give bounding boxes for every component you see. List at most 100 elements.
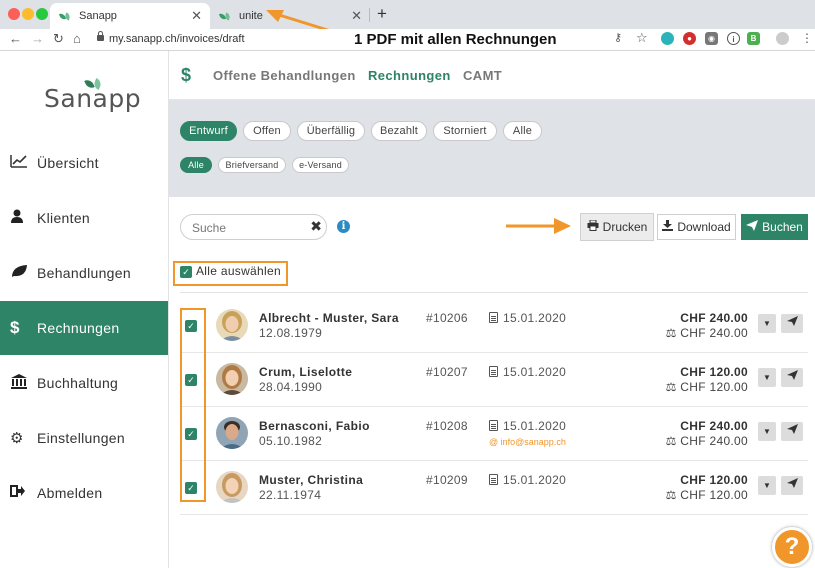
- row-dropdown-button[interactable]: ▼: [758, 314, 776, 333]
- extension-teal-icon[interactable]: [661, 32, 674, 45]
- download-button[interactable]: Download: [657, 214, 736, 240]
- filter-ueberfaellig[interactable]: Überfällig: [297, 121, 365, 141]
- close-window-button[interactable]: [8, 8, 20, 20]
- row-dropdown-button[interactable]: ▼: [758, 422, 776, 441]
- delivery-filter-alle[interactable]: Alle: [180, 157, 212, 173]
- camera-icon[interactable]: ◉: [705, 32, 718, 45]
- help-button[interactable]: ?: [772, 527, 812, 567]
- browser-tab-sanapp[interactable]: Sanapp ✕: [50, 3, 210, 29]
- filter-storniert[interactable]: Storniert: [433, 121, 497, 141]
- invoice-balance-text: CHF 120.00: [680, 380, 748, 394]
- delivery-filter-eversand[interactable]: e-Versand: [292, 157, 349, 173]
- menu-dots-icon[interactable]: ⋮: [801, 31, 813, 45]
- invoice-date-text: 15.01.2020: [503, 311, 567, 325]
- row-checkbox[interactable]: ✓: [185, 428, 197, 440]
- document-icon: [489, 366, 498, 377]
- balance-scale-icon: ⚖: [665, 326, 681, 340]
- balance-scale-icon: ⚖: [665, 434, 681, 448]
- filter-alle[interactable]: Alle: [503, 121, 542, 141]
- invoice-row[interactable]: Muster, Christina 22.11.1974 #10209 15.0…: [180, 461, 808, 515]
- sidebar-item-label: Übersicht: [37, 155, 99, 171]
- send-invoice-button[interactable]: [781, 314, 803, 333]
- checkbox-column-highlight: [180, 308, 206, 502]
- sidebar-item-einstellungen[interactable]: ⚙ Einstellungen: [0, 411, 168, 465]
- tab-camt[interactable]: CAMT: [463, 68, 502, 83]
- sidebar-item-label: Abmelden: [37, 485, 103, 501]
- invoice-amount: CHF 240.00: [680, 419, 748, 433]
- client-name: Muster, Christina: [259, 473, 364, 487]
- row-checkbox[interactable]: ✓: [185, 320, 197, 332]
- book-button[interactable]: Buchen: [741, 214, 808, 240]
- back-icon[interactable]: ←: [9, 31, 22, 46]
- sidebar-item-abmelden[interactable]: Abmelden: [0, 466, 168, 520]
- clear-search-icon[interactable]: ✖: [310, 218, 322, 235]
- sidebar-item-uebersicht[interactable]: Übersicht: [0, 136, 168, 190]
- close-icon[interactable]: ✕: [191, 8, 202, 24]
- extension-green-icon[interactable]: B: [747, 32, 760, 45]
- dollar-icon: $: [181, 65, 192, 85]
- url-field[interactable]: my.sanapp.ch/invoices/draft: [97, 31, 245, 45]
- paper-plane-icon: [746, 220, 759, 234]
- invoice-balance: ⚖ CHF 120.00: [666, 488, 748, 502]
- invoice-date-text: 15.01.2020: [503, 365, 567, 379]
- invoice-amount: CHF 120.00: [680, 473, 748, 487]
- send-invoice-button[interactable]: [781, 422, 803, 441]
- row-checkbox[interactable]: ✓: [185, 374, 197, 386]
- logo-leaf-icon: [86, 79, 102, 89]
- row-dropdown-button[interactable]: ▼: [758, 368, 776, 387]
- sidebar-item-label: Behandlungen: [37, 265, 131, 281]
- star-icon[interactable]: ☆: [636, 30, 648, 46]
- select-all-label[interactable]: Alle auswählen: [196, 264, 281, 278]
- new-tab-icon[interactable]: +: [377, 4, 387, 24]
- delivery-filter-briefversand[interactable]: Briefversand: [218, 157, 286, 173]
- client-birthdate: 28.04.1990: [259, 380, 323, 394]
- invoice-number: #10207: [426, 365, 468, 379]
- invoice-date-text: 15.01.2020: [503, 419, 567, 433]
- invoice-row[interactable]: Bernasconi, Fabio 05.10.1982 #10208 15.0…: [180, 407, 808, 461]
- send-invoice-button[interactable]: [781, 368, 803, 387]
- client-name: Albrecht - Muster, Sara: [259, 311, 399, 325]
- row-dropdown-button[interactable]: ▼: [758, 476, 776, 495]
- invoice-row[interactable]: Crum, Liselotte 28.04.1990 #10207 15.01.…: [180, 353, 808, 407]
- invoice-balance: ⚖ CHF 240.00: [666, 326, 748, 340]
- tab-offene-behandlungen[interactable]: Offene Behandlungen: [213, 68, 356, 83]
- invoice-number: #10209: [426, 473, 468, 487]
- book-label: Buchen: [762, 220, 803, 234]
- filter-bezahlt[interactable]: Bezahlt: [371, 121, 427, 141]
- lock-icon: [97, 31, 104, 41]
- extension-red-icon[interactable]: ●: [683, 32, 696, 45]
- forward-icon[interactable]: →: [31, 31, 44, 46]
- sidebar-item-rechnungen[interactable]: $ Rechnungen: [0, 301, 168, 355]
- info-icon[interactable]: i: [337, 220, 350, 233]
- sidebar-item-label: Rechnungen: [37, 320, 120, 336]
- search-input[interactable]: Suche ✖: [180, 214, 327, 240]
- print-button[interactable]: Drucken: [580, 213, 654, 241]
- invoice-date: 15.01.2020: [489, 473, 566, 487]
- key-icon[interactable]: ⚷: [614, 31, 622, 44]
- maximize-window-button[interactable]: [36, 8, 48, 20]
- invoice-number: #10208: [426, 419, 468, 433]
- invoice-amount: CHF 120.00: [680, 365, 748, 379]
- invoice-email: @ info@sanapp.ch: [489, 437, 566, 447]
- invoice-amount: CHF 240.00: [680, 311, 748, 325]
- reload-icon[interactable]: ↻: [53, 31, 64, 47]
- row-checkbox[interactable]: ✓: [185, 482, 197, 494]
- select-all-checkbox[interactable]: ✓: [180, 266, 192, 278]
- profile-avatar-icon[interactable]: [776, 32, 789, 45]
- send-invoice-button[interactable]: [781, 476, 803, 495]
- filter-offen[interactable]: Offen: [243, 121, 291, 141]
- sidebar-item-behandlungen[interactable]: Behandlungen: [0, 246, 168, 300]
- info-circle-icon[interactable]: i: [727, 32, 740, 45]
- sidebar-item-klienten[interactable]: Klienten: [0, 191, 168, 245]
- sanapp-favicon-icon: [220, 13, 230, 20]
- client-birthdate: 22.11.1974: [259, 488, 322, 502]
- sidebar-item-label: Klienten: [37, 210, 90, 226]
- home-icon[interactable]: ⌂: [73, 31, 81, 46]
- sidebar-item-buchhaltung[interactable]: Buchhaltung: [0, 356, 168, 410]
- list-divider: [180, 292, 808, 293]
- balance-scale-icon: ⚖: [665, 380, 681, 394]
- filter-entwurf[interactable]: Entwurf: [180, 121, 237, 141]
- tab-rechnungen[interactable]: Rechnungen: [368, 68, 451, 83]
- invoice-row[interactable]: Albrecht - Muster, Sara 12.08.1979 #1020…: [180, 299, 808, 353]
- minimize-window-button[interactable]: [22, 8, 34, 20]
